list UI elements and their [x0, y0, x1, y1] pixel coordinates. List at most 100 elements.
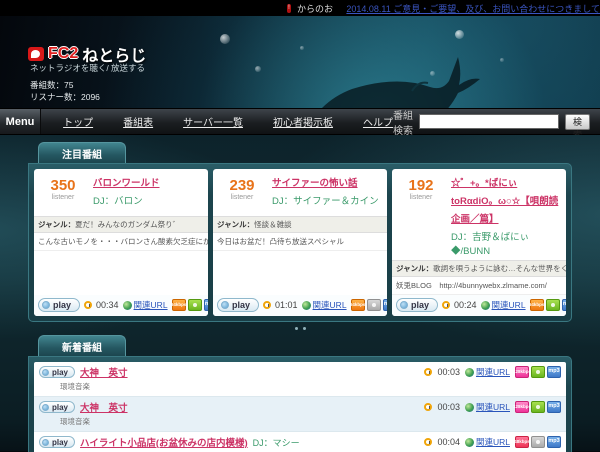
- menu-links: トップ 番組表 サーバー一覧 初心者掲示板 ヘルプ: [41, 109, 393, 134]
- radio-icon: !: [287, 3, 291, 13]
- play-button[interactable]: play: [396, 298, 439, 312]
- bitrate-badge[interactable]: 128kbps: [513, 366, 531, 378]
- play-button[interactable]: play: [39, 436, 76, 448]
- menu-bar: Menu トップ 番組表 サーバー一覧 初心者掲示板 ヘルプ 番組検索 検索: [0, 108, 600, 140]
- program-subtext: 環境音楽: [60, 417, 90, 426]
- new-programs-panel: play 大神 英寸 00:03 関連URL 128kbps mp3 環境音楽 …: [28, 356, 572, 452]
- bitrate-badge[interactable]: 128kbps: [513, 401, 531, 413]
- bitrate-badge[interactable]: 48kbps: [514, 436, 530, 448]
- bitrate-badge[interactable]: 64kbps: [529, 299, 544, 311]
- broadcast-time: 00:03: [437, 402, 460, 412]
- format-badge[interactable]: mp3: [547, 436, 561, 448]
- related-url-link[interactable]: 関連URL: [464, 401, 510, 413]
- bitrate-badge[interactable]: 64kbps: [171, 299, 186, 311]
- format-badge[interactable]: mp3: [547, 366, 561, 378]
- program-description: こんな古いモノを・・・バロンさん酸素欠乏症にかかって・・(謎: [34, 233, 208, 251]
- featured-cards: 350 listener バロンワールド DJ：バロン ジャンル：夏だ！みんなの…: [34, 169, 566, 316]
- genre-line: ジャンル：歌詞を唄うように詠む…そんな世界をください VOL7: [392, 260, 566, 277]
- format-badge[interactable]: mp3: [203, 299, 208, 311]
- bubble-decoration: [220, 34, 230, 44]
- nav-help[interactable]: ヘルプ: [363, 114, 393, 129]
- related-url-link[interactable]: 関連URL: [480, 299, 526, 311]
- programs-count: 番組数：75: [30, 80, 74, 90]
- globe-icon: [480, 300, 490, 310]
- play-button[interactable]: play: [39, 366, 76, 378]
- program-title-link[interactable]: バロンワールド: [93, 178, 160, 189]
- program-title-link[interactable]: サイファーの怖い話: [272, 178, 358, 189]
- program-card: 192 listener ☆゜+。*ばにぃtoRαdiO。ω○☆【唄朗読企画／篇…: [392, 169, 566, 316]
- broadcast-time: 01:01: [275, 300, 298, 310]
- whale-illustration: [322, 57, 480, 108]
- program-card: 239 listener サイファーの怖い話 DJ：サイファー＆カイン ジャンル…: [213, 169, 387, 316]
- stream-status-icon[interactable]: [531, 436, 545, 448]
- program-title-link[interactable]: 大神 英寸: [80, 400, 128, 414]
- nav-beginner-board[interactable]: 初心者掲示板: [273, 114, 333, 129]
- bubble-decoration: [455, 30, 464, 39]
- fc2-logo-icon: [28, 47, 44, 61]
- related-url-link[interactable]: 関連URL: [464, 436, 510, 448]
- page: ! ねとらじからのお知らせ 2014.08.11 ご意見・ご要望、及び、お問い合…: [0, 0, 600, 452]
- genre-line: ジャンル：怪談＆雑談: [213, 216, 387, 233]
- featured-panel: 350 listener バロンワールド DJ：バロン ジャンル：夏だ！みんなの…: [28, 163, 572, 322]
- bubble-decoration: [500, 58, 504, 62]
- nav-top[interactable]: トップ: [63, 114, 93, 129]
- tagline: ネットラジオを聴く/ 放送する: [30, 63, 146, 73]
- play-button[interactable]: play: [217, 298, 260, 312]
- dj-name: DJ：吉野＆ばにぃ ◆/BUNN: [451, 232, 530, 257]
- search-area: 番組検索 検索: [392, 109, 600, 140]
- site-header: FC2 ねとらじ ネットラジオを聴く/ 放送する 番組数：75 リスナー数：20…: [0, 16, 600, 108]
- stream-status-icon[interactable]: [366, 299, 381, 311]
- tab-featured-programs[interactable]: 注目番組: [38, 142, 126, 163]
- program-title-link[interactable]: 大神 英寸: [80, 365, 128, 379]
- list-item: play 大神 英寸 00:03 関連URL 128kbps mp3 環境音楽: [34, 397, 566, 432]
- search-input[interactable]: [418, 114, 559, 129]
- globe-icon: [122, 300, 132, 310]
- clock-icon: [424, 368, 433, 376]
- stream-status-icon[interactable]: [187, 299, 202, 311]
- clock-icon: [263, 301, 272, 309]
- stream-status-icon[interactable]: [531, 366, 545, 378]
- related-url-link[interactable]: 関連URL: [464, 366, 510, 378]
- play-icon: [42, 438, 49, 446]
- new-programs-list: play 大神 英寸 00:03 関連URL 128kbps mp3 環境音楽 …: [34, 362, 566, 452]
- related-url-link[interactable]: 関連URL: [301, 299, 347, 311]
- globe-icon: [464, 437, 474, 447]
- carousel-dot[interactable]: [294, 327, 298, 330]
- play-icon: [42, 301, 50, 309]
- play-icon: [42, 403, 49, 411]
- clock-icon: [424, 438, 433, 446]
- related-url-link[interactable]: 関連URL: [122, 299, 168, 311]
- carousel-dots: [28, 322, 572, 335]
- search-button[interactable]: 検索: [564, 113, 590, 140]
- program-title-link[interactable]: ☆゜+。*ばにぃtoRαdiO。ω○☆【唄朗読企画／篇】: [451, 178, 558, 225]
- play-icon: [221, 301, 229, 309]
- stream-status-icon[interactable]: [531, 401, 545, 413]
- clock-icon: [84, 301, 93, 309]
- play-button[interactable]: play: [39, 401, 76, 413]
- bitrate-badge[interactable]: 64kbps: [350, 299, 365, 311]
- program-description: 妖兎BLOG http://4bunnywebx.zlmame.com/: [392, 277, 566, 295]
- tab-new-programs[interactable]: 新着番組: [38, 335, 126, 356]
- main-content: 注目番組 350 listener バロンワールド DJ：バロン ジャンル：夏だ…: [0, 135, 600, 452]
- dj-name: DJ：サイファー＆カイン: [272, 196, 379, 207]
- fc2-logo-text: FC2: [48, 45, 79, 62]
- stream-status-icon[interactable]: [545, 299, 560, 311]
- clock-icon: [442, 301, 451, 309]
- search-label: 番組検索: [392, 110, 413, 137]
- format-badge[interactable]: mp3: [382, 299, 387, 311]
- broadcast-time: 00:04: [437, 437, 460, 447]
- genre-line: ジャンル：夏だ！みんなのガンダム祭り゛: [34, 216, 208, 233]
- format-badge[interactable]: mp3: [561, 299, 566, 311]
- clock-icon: [424, 403, 433, 411]
- nav-server-list[interactable]: サーバー一覧: [183, 114, 243, 129]
- format-badge[interactable]: mp3: [547, 401, 561, 413]
- list-item: play 大神 英寸 00:03 関連URL 128kbps mp3 環境音楽: [34, 362, 566, 397]
- nav-program-table[interactable]: 番組表: [123, 114, 153, 129]
- carousel-dot[interactable]: [302, 327, 306, 330]
- play-button[interactable]: play: [38, 298, 81, 312]
- program-card: 350 listener バロンワールド DJ：バロン ジャンル：夏だ！みんなの…: [34, 169, 208, 316]
- dj-name: DJ：バロン: [93, 196, 143, 207]
- program-title-link[interactable]: ハイライト小品店(お盆休みの店内模様): [80, 435, 248, 449]
- listeners-count: リスナー数：2096: [30, 92, 100, 102]
- announcement-link[interactable]: 2014.08.11 ご意見・ご要望、及び、お問い合わせにつきまして: [346, 2, 600, 15]
